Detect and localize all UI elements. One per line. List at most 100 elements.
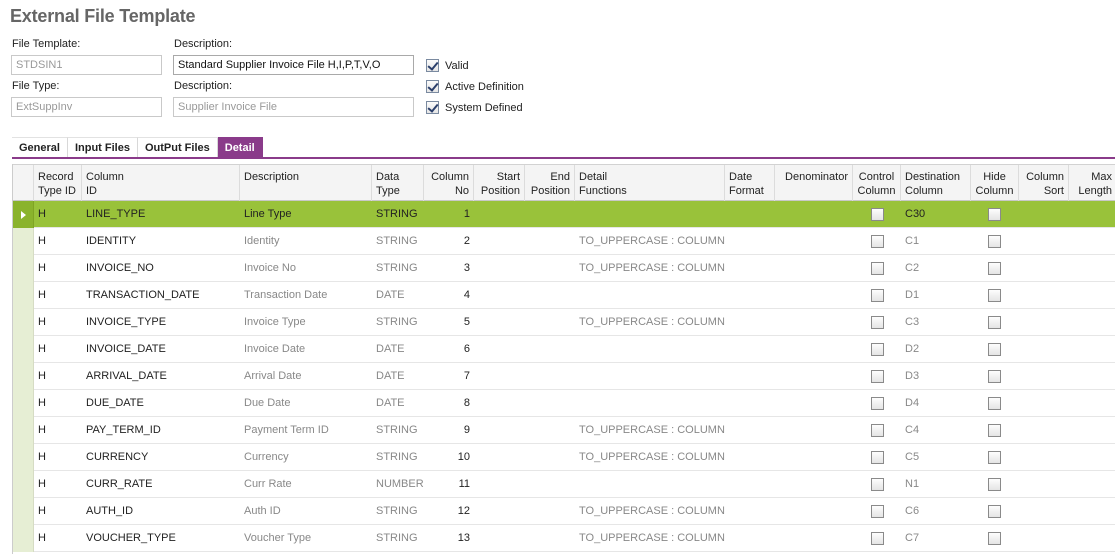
cell-data-type[interactable]: STRING — [372, 525, 424, 552]
cell-destination-column[interactable]: C7 — [901, 525, 971, 552]
cell-detail-functions[interactable]: TO_UPPERCASE : COLUMN... — [575, 417, 725, 444]
hide-column-checkbox[interactable] — [988, 397, 1001, 410]
description-input[interactable] — [173, 55, 414, 75]
header-description[interactable]: Description — [240, 165, 372, 201]
cell-destination-column[interactable]: C1 — [901, 228, 971, 255]
header-record-type-id[interactable]: Record Type ID — [34, 165, 82, 201]
cell-record-type-id[interactable]: H — [34, 363, 82, 390]
cell-description[interactable]: Arrival Date — [240, 363, 372, 390]
table-row[interactable]: H TRANSACTION_DATE Transaction Date DATE 4 D1 — [13, 282, 1115, 309]
cell-record-type-id[interactable]: H — [34, 282, 82, 309]
header-column-sort[interactable]: Column Sort — [1019, 165, 1069, 201]
cell-data-type[interactable]: DATE — [372, 282, 424, 309]
cell-data-type[interactable]: STRING — [372, 309, 424, 336]
control-column-checkbox[interactable] — [871, 235, 884, 248]
cell-record-type-id[interactable]: H — [34, 201, 82, 228]
cell-destination-column[interactable]: D3 — [901, 363, 971, 390]
hide-column-checkbox[interactable] — [988, 478, 1001, 491]
file-template-input[interactable] — [11, 55, 162, 75]
cell-column-id[interactable]: CURR_RATE — [82, 471, 240, 498]
header-detail-functions[interactable]: Detail Functions — [575, 165, 725, 201]
cell-record-type-id[interactable]: H — [34, 417, 82, 444]
cell-destination-column[interactable]: C2 — [901, 255, 971, 282]
header-start-position[interactable]: Start Position — [474, 165, 525, 201]
cell-data-type[interactable]: STRING — [372, 444, 424, 471]
cell-data-type[interactable]: STRING — [372, 498, 424, 525]
valid-checkbox[interactable] — [426, 59, 439, 72]
row-indicator[interactable] — [13, 201, 34, 228]
row-indicator[interactable] — [13, 228, 34, 255]
cell-column-no[interactable]: 10 — [424, 444, 474, 471]
cell-column-no[interactable]: 8 — [424, 390, 474, 417]
cell-data-type[interactable]: DATE — [372, 363, 424, 390]
table-row[interactable]: H ARRIVAL_DATE Arrival Date DATE 7 D3 — [13, 363, 1115, 390]
table-row[interactable]: H PAY_TERM_ID Payment Term ID STRING 9 TO_UPP… — [13, 417, 1115, 444]
row-indicator[interactable] — [13, 363, 34, 390]
row-indicator[interactable] — [13, 336, 34, 363]
tab-input-files[interactable]: Input Files — [67, 137, 138, 158]
cell-record-type-id[interactable]: H — [34, 228, 82, 255]
table-row[interactable]: H INVOICE_DATE Invoice Date DATE 6 D2 — [13, 336, 1115, 363]
control-column-checkbox[interactable] — [871, 262, 884, 275]
row-indicator[interactable] — [13, 498, 34, 525]
header-data-type[interactable]: Data Type — [372, 165, 424, 201]
cell-column-id[interactable]: PAY_TERM_ID — [82, 417, 240, 444]
hide-column-checkbox[interactable] — [988, 235, 1001, 248]
header-column-id[interactable]: Column ID — [82, 165, 240, 201]
cell-record-type-id[interactable]: H — [34, 336, 82, 363]
cell-detail-functions[interactable]: TO_UPPERCASE : COLUMN... — [575, 444, 725, 471]
cell-description[interactable]: Auth ID — [240, 498, 372, 525]
tab-general[interactable]: General — [12, 137, 68, 158]
table-row[interactable]: H INVOICE_TYPE Invoice Type STRING 5 TO_UPPER… — [13, 309, 1115, 336]
row-indicator[interactable] — [13, 309, 34, 336]
cell-column-id[interactable]: TRANSACTION_DATE — [82, 282, 240, 309]
cell-column-no[interactable]: 4 — [424, 282, 474, 309]
hide-column-checkbox[interactable] — [988, 208, 1001, 221]
cell-record-type-id[interactable]: H — [34, 498, 82, 525]
cell-detail-functions[interactable]: TO_UPPERCASE : COLUMN... — [575, 498, 725, 525]
table-row[interactable]: H INVOICE_NO Invoice No STRING 3 TO_UPPERCASE… — [13, 255, 1115, 282]
cell-data-type[interactable]: NUMBER — [372, 471, 424, 498]
row-indicator[interactable] — [13, 390, 34, 417]
cell-column-id[interactable]: VOUCHER_TYPE — [82, 525, 240, 552]
file-type-input[interactable] — [11, 97, 162, 117]
cell-column-id[interactable]: CURRENCY — [82, 444, 240, 471]
table-row[interactable]: H CURRENCY Currency STRING 10 TO_UPPERCASE : … — [13, 444, 1115, 471]
row-indicator[interactable] — [13, 282, 34, 309]
cell-detail-functions[interactable] — [575, 390, 725, 417]
cell-destination-column[interactable]: D1 — [901, 282, 971, 309]
system-defined-checkbox[interactable] — [426, 101, 439, 114]
cell-detail-functions[interactable]: TO_UPPERCASE : COLUMN... — [575, 525, 725, 552]
cell-column-id[interactable]: ARRIVAL_DATE — [82, 363, 240, 390]
cell-description[interactable]: Line Type — [240, 201, 372, 228]
cell-detail-functions[interactable] — [575, 201, 725, 228]
hide-column-checkbox[interactable] — [988, 532, 1001, 545]
cell-data-type[interactable]: DATE — [372, 336, 424, 363]
cell-column-id[interactable]: IDENTITY — [82, 228, 240, 255]
cell-column-id[interactable]: AUTH_ID — [82, 498, 240, 525]
control-column-checkbox[interactable] — [871, 532, 884, 545]
cell-record-type-id[interactable]: H — [34, 390, 82, 417]
cell-description[interactable]: Voucher Type — [240, 525, 372, 552]
table-row[interactable]: H CURR_RATE Curr Rate NUMBER 11 N1 — [13, 471, 1115, 498]
cell-column-id[interactable]: DUE_DATE — [82, 390, 240, 417]
cell-column-no[interactable]: 1 — [424, 201, 474, 228]
hide-column-checkbox[interactable] — [988, 316, 1001, 329]
table-row[interactable]: H IDENTITY Identity STRING 2 TO_UPPERCASE : C… — [13, 228, 1115, 255]
cell-data-type[interactable]: STRING — [372, 417, 424, 444]
cell-description[interactable]: Transaction Date — [240, 282, 372, 309]
control-column-checkbox[interactable] — [871, 478, 884, 491]
cell-data-type[interactable]: STRING — [372, 228, 424, 255]
cell-record-type-id[interactable]: H — [34, 525, 82, 552]
cell-column-no[interactable]: 11 — [424, 471, 474, 498]
cell-description[interactable]: Due Date — [240, 390, 372, 417]
cell-description[interactable]: Identity — [240, 228, 372, 255]
cell-destination-column[interactable]: C6 — [901, 498, 971, 525]
cell-column-no[interactable]: 5 — [424, 309, 474, 336]
cell-destination-column[interactable]: C5 — [901, 444, 971, 471]
header-end-position[interactable]: End Position — [525, 165, 575, 201]
control-column-checkbox[interactable] — [871, 370, 884, 383]
control-column-checkbox[interactable] — [871, 208, 884, 221]
cell-detail-functions[interactable] — [575, 336, 725, 363]
cell-detail-functions[interactable] — [575, 282, 725, 309]
